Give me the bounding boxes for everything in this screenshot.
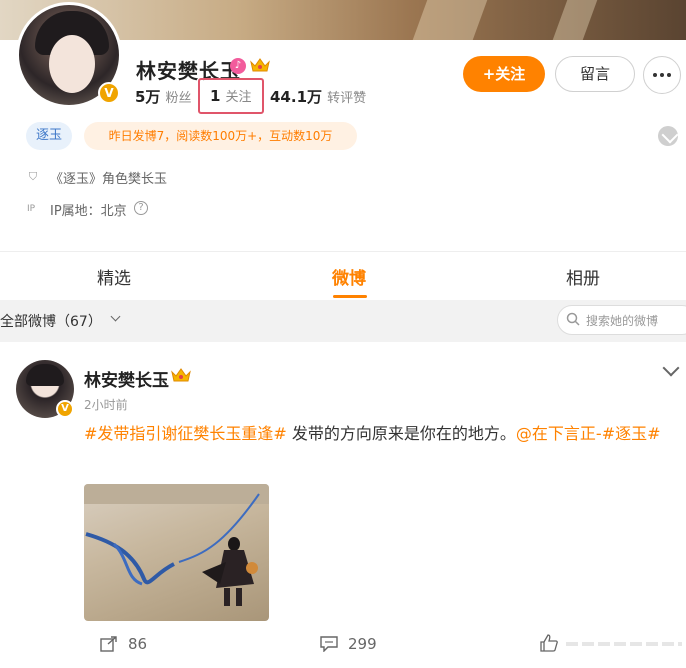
ip-location: IP属地：北京 [50, 204, 127, 219]
tab-featured[interactable]: 精选 [64, 264, 164, 289]
topic-tag[interactable]: 逐玉 [26, 122, 72, 150]
reposts-label: 转评赞 [327, 91, 367, 106]
comment-icon [320, 636, 338, 652]
search-icon [566, 312, 580, 326]
reposts-count: 44.1万 [270, 88, 323, 106]
ip-icon: IP [26, 204, 36, 214]
post-text: #发带指引谢征樊长玉重逢# 发带的方向原来是你在的地方。@在下言正-#逐玉# [84, 422, 674, 446]
following-label: 关注 [225, 90, 252, 105]
mention-link[interactable]: @在下言正- [516, 424, 602, 443]
role-info: 《逐玉》角色樊长玉 [50, 172, 168, 187]
tab-album[interactable]: 相册 [533, 264, 633, 289]
active-tab-indicator [333, 295, 367, 298]
tab-weibo[interactable]: 微博 [299, 264, 399, 289]
filter-label: 全部微博（67） [0, 314, 102, 330]
verified-icon: V [56, 400, 74, 418]
comment-count[interactable]: 299 [348, 635, 377, 653]
verified-icon: V [98, 82, 120, 104]
following-stat[interactable]: 1 关注 [210, 86, 252, 105]
avatar-face [49, 35, 95, 93]
membership-icon: ♪ [230, 58, 246, 74]
section-divider [0, 251, 686, 252]
crown-icon [250, 58, 270, 72]
message-button[interactable]: 留言 [555, 56, 635, 92]
like-icon[interactable] [540, 634, 558, 652]
fans-stat[interactable]: 5万 粉丝 [135, 86, 192, 107]
stats-tag[interactable]: 昨日发博7，阅读数100万+，互动数10万 [84, 122, 357, 150]
fans-label: 粉丝 [165, 91, 192, 106]
more-options-button[interactable] [643, 56, 681, 94]
repost-icon [100, 636, 117, 652]
dot-icon [660, 73, 664, 77]
like-count-blurred [566, 642, 682, 646]
search-placeholder: 搜索她的微博 [586, 314, 659, 328]
filter-dropdown[interactable]: 全部微博（67） [0, 311, 102, 331]
follow-button[interactable]: +关注 [463, 56, 545, 92]
post-body: 发带的方向原来是你在的地方。 [286, 424, 516, 443]
post-image[interactable] [84, 484, 269, 621]
crown-icon [171, 368, 191, 382]
cover-light [412, 0, 488, 40]
following-count: 1 [210, 87, 221, 105]
chevron-down-icon [661, 126, 679, 144]
help-icon[interactable]: ? [134, 201, 148, 215]
post-author[interactable]: 林安樊长玉 [84, 366, 169, 391]
avatar-hair [26, 364, 64, 386]
post-time: 2小时前 [84, 398, 128, 412]
hashtag-link[interactable]: #发带指引谢征樊长玉重逢# [84, 424, 287, 443]
post-menu-chevron-icon[interactable] [662, 359, 680, 377]
cover-light [552, 0, 598, 40]
shield-icon: ⛉ [28, 170, 38, 183]
hashtag-link[interactable]: #逐玉# [602, 424, 661, 443]
expand-button[interactable] [658, 126, 679, 146]
post-image-art [84, 484, 269, 606]
dot-icon [667, 73, 671, 77]
dot-icon [653, 73, 657, 77]
reposts-stat[interactable]: 44.1万 转评赞 [270, 86, 366, 107]
fans-count: 5万 [135, 88, 161, 106]
repost-count[interactable]: 86 [128, 635, 147, 653]
